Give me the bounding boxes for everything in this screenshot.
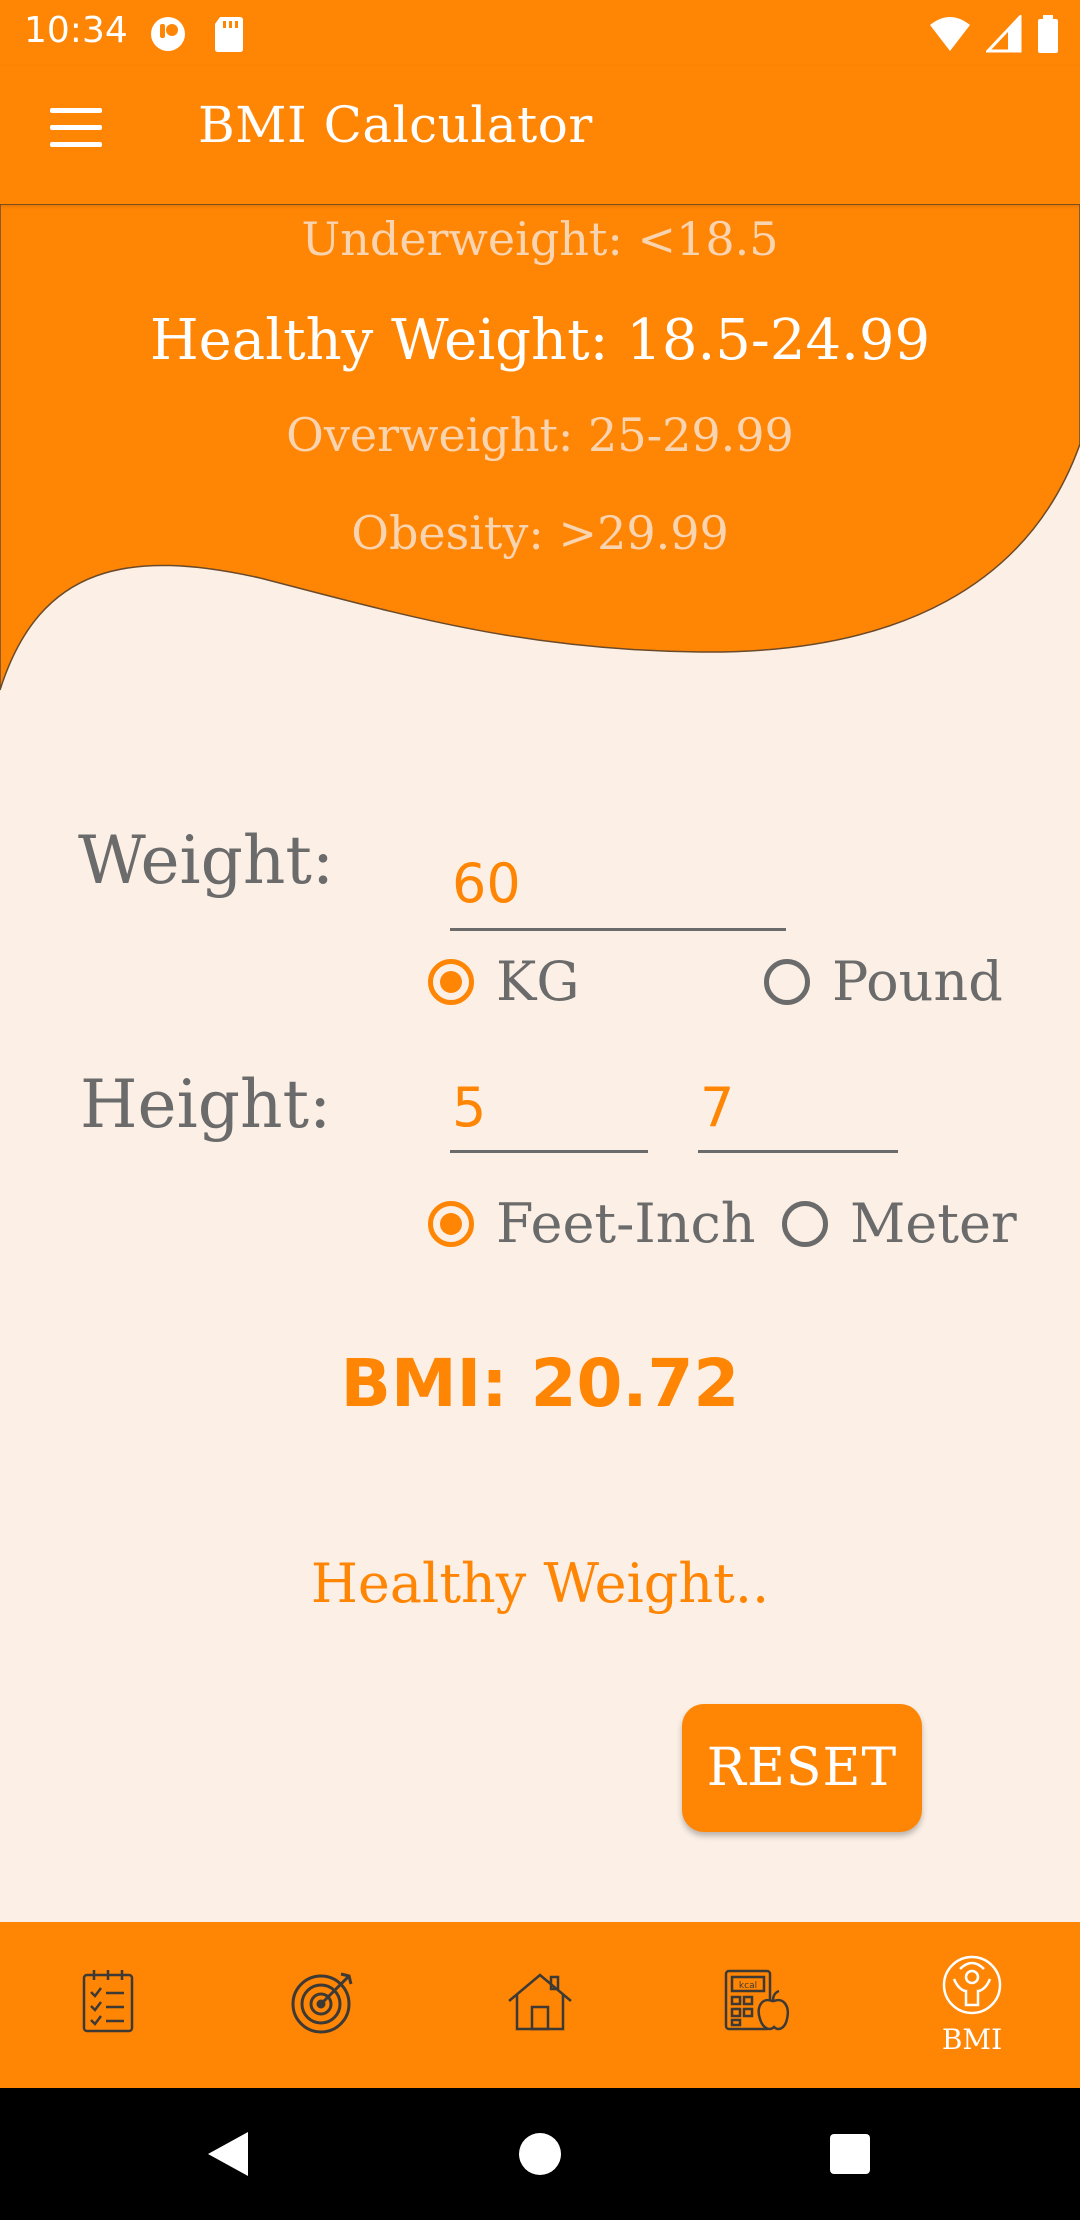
app-bar: BMI Calculator: [0, 66, 1080, 204]
home-circle-icon[interactable]: [504, 2118, 576, 2190]
notification-app-icon: [148, 14, 188, 58]
radio-kg-circle[interactable]: [428, 958, 474, 1005]
wifi-icon: [928, 15, 972, 57]
nav-label-bmi: BMI: [941, 2022, 1003, 2056]
recents-square-icon[interactable]: [814, 2118, 886, 2190]
battery-icon: [1036, 14, 1060, 58]
radio-kg[interactable]: KG: [428, 950, 579, 1013]
range-healthy: Healthy Weight: 18.5-24.99: [149, 308, 931, 373]
target-icon: [289, 1966, 359, 2040]
sd-card-icon: [212, 14, 246, 58]
range-underweight: Underweight: <18.5: [301, 212, 779, 266]
radio-meter[interactable]: Meter: [782, 1192, 1017, 1255]
weight-input[interactable]: [450, 846, 786, 931]
nav-item-home[interactable]: [432, 1922, 648, 2088]
height-feet-input[interactable]: [450, 1072, 648, 1153]
reset-button[interactable]: RESET: [682, 1704, 922, 1832]
radio-pound-circle[interactable]: [764, 958, 810, 1005]
nav-item-calories[interactable]: kcal: [648, 1922, 864, 2088]
radio-kg-label: KG: [496, 950, 580, 1013]
height-label: Height:: [80, 1066, 332, 1143]
checklist-icon: [78, 1967, 138, 2039]
weight-label: Weight:: [78, 822, 335, 899]
status-time: 10:34: [24, 10, 128, 51]
app-title: BMI Calculator: [198, 96, 593, 154]
hamburger-menu-icon[interactable]: [42, 108, 112, 164]
bmi-result: BMI: 20.72: [340, 1345, 740, 1422]
radio-feet-inch-label: Feet-Inch: [496, 1192, 756, 1255]
height-inch-input[interactable]: [698, 1072, 898, 1153]
signal-icon: [984, 13, 1022, 57]
bmi-person-icon: [940, 1955, 1004, 2019]
nav-item-target[interactable]: [216, 1922, 432, 2088]
radio-meter-label: Meter: [850, 1192, 1017, 1255]
nav-item-checklist[interactable]: [0, 1922, 216, 2088]
radio-feet-inch-circle[interactable]: [428, 1200, 474, 1247]
radio-feet-inch[interactable]: Feet-Inch: [428, 1192, 756, 1255]
bmi-calculator-screen: 10:34 BMI Calculator Underweight: <18.5 …: [0, 0, 1080, 2220]
bottom-navigation: kcal BMI: [0, 1922, 1080, 2088]
status-bar: 10:34: [0, 0, 1080, 66]
calorie-calculator-icon: kcal: [722, 1967, 790, 2039]
radio-pound-label: Pound: [832, 950, 1003, 1013]
range-obesity: Obesity: >29.99: [351, 506, 729, 560]
nav-item-bmi[interactable]: BMI: [864, 1922, 1080, 2088]
back-icon[interactable]: [192, 2118, 264, 2190]
radio-pound[interactable]: Pound: [764, 950, 1003, 1013]
bmi-status: Healthy Weight..: [310, 1552, 770, 1615]
svg-text:kcal: kcal: [739, 1981, 757, 1991]
radio-meter-circle[interactable]: [782, 1200, 828, 1247]
system-navigation-bar: [0, 2088, 1080, 2220]
home-icon: [505, 1969, 575, 2037]
range-overweight: Overweight: 25-29.99: [286, 408, 794, 462]
